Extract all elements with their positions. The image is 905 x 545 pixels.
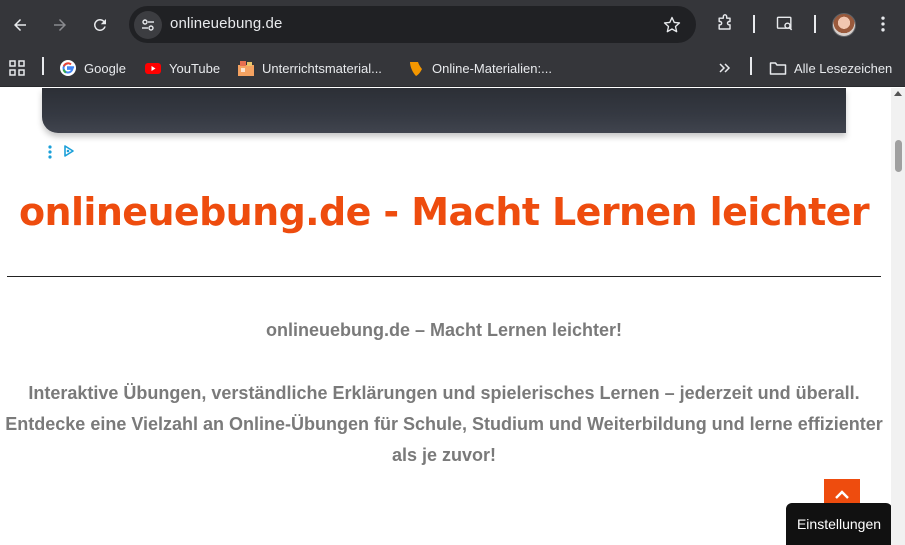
chevron-double-right-icon [716, 59, 734, 77]
bookmark-star-icon[interactable] [662, 15, 682, 35]
more-bookmarks-button[interactable] [716, 57, 734, 79]
site-info-button[interactable] [134, 11, 162, 39]
page-title: onlineuebung.de - Macht Lernen leichter [19, 190, 870, 234]
cookie-settings-button[interactable]: Einstellungen [786, 503, 892, 545]
youtube-icon [144, 59, 162, 77]
bookmarks-divider [42, 57, 44, 75]
scroll-up-arrow[interactable] [894, 91, 902, 96]
folder-icon [769, 59, 787, 77]
tab-search-icon [776, 16, 793, 31]
bookmark-label: Online-Materialien:... [432, 60, 552, 76]
browser-toolbar: onlineuebung.de [0, 0, 905, 50]
forward-button[interactable] [44, 9, 76, 41]
apps-grid-icon [8, 59, 26, 77]
bookmark-label: Google [84, 60, 126, 76]
scrollbar[interactable] [891, 88, 905, 545]
google-icon [59, 59, 77, 77]
bookmarks-bar: Google YouTube Unterrichtsmaterial... On… [0, 50, 905, 87]
bookmark-youtube[interactable]: YouTube [144, 57, 220, 79]
toolbar-divider [753, 15, 755, 33]
arrow-left-icon [14, 19, 26, 31]
menu-button[interactable] [872, 13, 894, 35]
typo3-icon [407, 59, 425, 77]
all-bookmarks-label: Alle Lesezeichen [794, 60, 893, 76]
bookmark-google[interactable]: Google [59, 57, 126, 79]
bookmarks-divider [750, 57, 752, 75]
apps-button[interactable] [8, 57, 26, 79]
media-search-button[interactable] [774, 13, 796, 35]
back-button[interactable] [4, 9, 36, 41]
kebab-menu-icon [881, 16, 885, 32]
page-viewport: onlineuebung.de - Macht Lernen leichter … [0, 88, 905, 545]
page-subtitle: onlineuebung.de – Macht Lernen leichter! [265, 320, 623, 340]
ad-options-icon[interactable] [48, 145, 52, 159]
address-bar[interactable]: onlineuebung.de [129, 6, 696, 43]
tune-icon [142, 19, 154, 31]
toolbar-divider [814, 15, 816, 33]
reload-icon [93, 18, 106, 31]
extensions-button[interactable] [714, 13, 736, 35]
scrollbar-thumb[interactable] [895, 140, 902, 172]
puzzle-icon [718, 14, 731, 30]
bookmark-unterrichtsmaterial[interactable]: Unterrichtsmaterial... [237, 57, 382, 79]
divider [7, 276, 881, 277]
bookmark-online-materialien[interactable]: Online-Materialien:... [407, 57, 552, 79]
url-text[interactable]: onlineuebung.de [170, 15, 282, 32]
intro-paragraph: Interaktive Übungen, verständliche Erklä… [5, 383, 883, 465]
reload-button[interactable] [84, 9, 116, 41]
folder-image-icon [237, 59, 255, 77]
chevron-up-icon [835, 490, 849, 499]
ad-banner[interactable] [42, 88, 846, 133]
profile-avatar[interactable] [832, 13, 856, 37]
bookmark-label: Unterrichtsmaterial... [262, 60, 382, 76]
arrow-right-icon [54, 19, 66, 31]
bookmark-label: YouTube [169, 60, 221, 76]
all-bookmarks-button[interactable]: Alle Lesezeichen [769, 57, 892, 79]
adchoices-icon[interactable] [62, 144, 76, 158]
